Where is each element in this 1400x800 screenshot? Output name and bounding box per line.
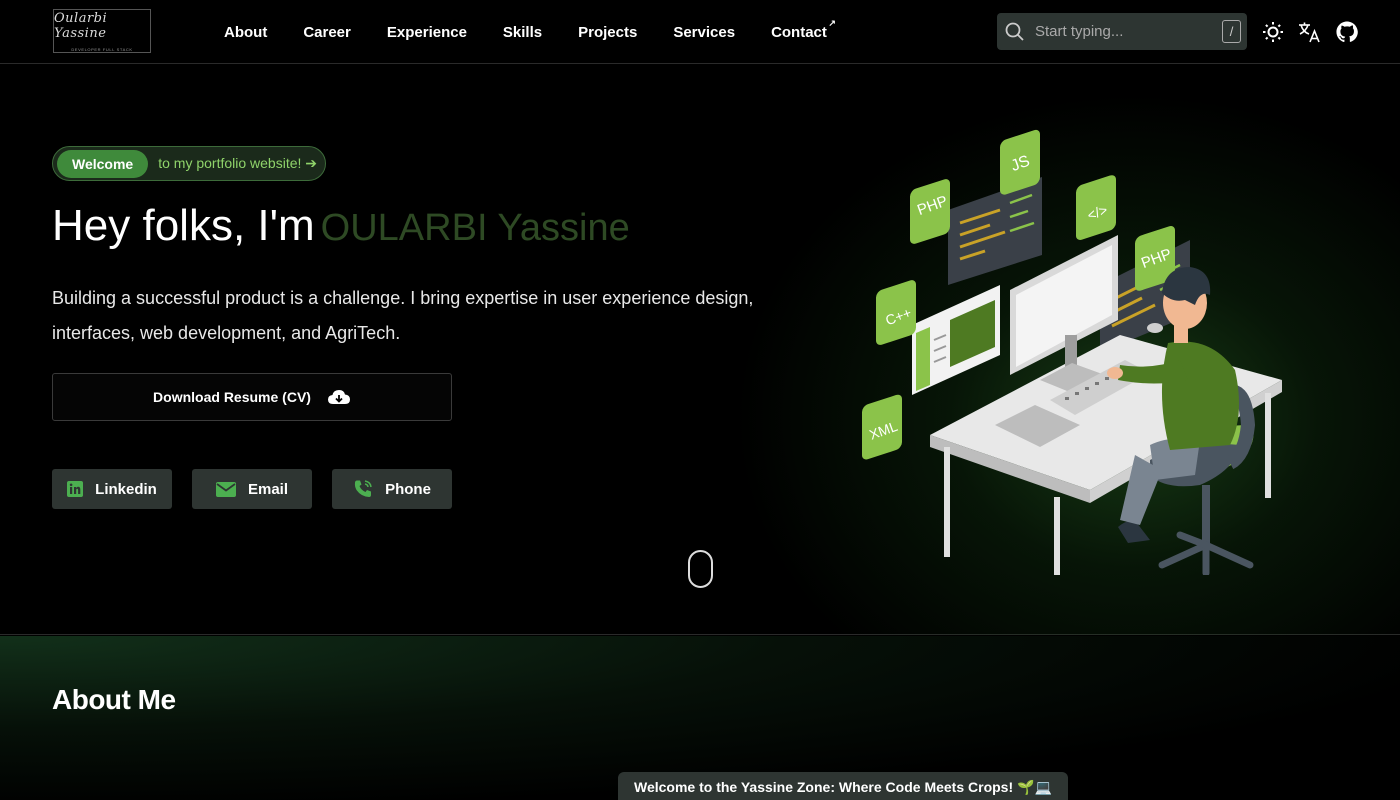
main-nav: About Career Experience Skills Projects …	[224, 0, 863, 64]
cloud-download-icon	[327, 390, 350, 404]
nav-skills[interactable]: Skills	[503, 24, 542, 41]
tag-cpp: C++	[876, 280, 916, 345]
hero-description: Building a successful product is a chall…	[52, 288, 754, 343]
theme-toggle-sun-icon[interactable]	[1261, 20, 1285, 44]
welcome-toast[interactable]: Welcome to the Yassine Zone: Where Code …	[618, 772, 1068, 800]
developer-desk-illustration: JS PHP </> PHP C++ XML	[862, 129, 1282, 575]
linkedin-button[interactable]: Linkedin	[52, 469, 172, 509]
search-shortcut-key: /	[1222, 20, 1241, 43]
github-icon[interactable]	[1335, 20, 1359, 44]
search-box[interactable]: /	[997, 13, 1247, 50]
nav-experience[interactable]: Experience	[387, 24, 467, 41]
search-icon	[1005, 22, 1024, 41]
nav-contact-label: Contact	[771, 23, 827, 41]
external-link-icon: ↗	[828, 17, 836, 28]
linkedin-label: Linkedin	[95, 480, 157, 498]
floating-code-panel-3	[912, 285, 1000, 395]
site-logo[interactable]: Oularbi Yassine Developer Full Stack	[53, 9, 151, 53]
phone-icon	[354, 480, 372, 497]
phone-label: Phone	[385, 480, 431, 498]
email-button[interactable]: Email	[192, 469, 312, 509]
download-resume-label: Download Resume (CV)	[153, 389, 311, 405]
logo-subtitle: Developer Full Stack	[71, 46, 133, 52]
hero-greeting: Hey folks, I'm	[52, 201, 315, 250]
nav-career[interactable]: Career	[303, 24, 351, 41]
phone-button[interactable]: Phone	[332, 469, 452, 509]
scroll-down-indicator[interactable]	[688, 550, 713, 588]
tag-html: </>	[1076, 175, 1116, 240]
nav-contact[interactable]: Contact ↗	[771, 18, 836, 41]
nav-about[interactable]: About	[224, 24, 267, 41]
hero-section: Welcome to my portfolio website! ➔ Hey f…	[0, 65, 1400, 635]
linkedin-icon	[67, 481, 84, 497]
download-resume-button[interactable]: Download Resume (CV)	[52, 373, 452, 421]
nav-services[interactable]: Services	[673, 24, 735, 41]
search-input[interactable]	[1035, 23, 1210, 40]
mouse	[1147, 323, 1163, 333]
top-navbar: Oularbi Yassine Developer Full Stack Abo…	[0, 0, 1400, 64]
language-translate-icon[interactable]	[1297, 20, 1321, 44]
logo-signature: Oularbi Yassine	[54, 10, 108, 41]
about-heading: About Me	[52, 684, 176, 715]
nav-projects[interactable]: Projects	[578, 24, 637, 41]
tag-php-left: PHP	[910, 179, 950, 244]
email-label: Email	[247, 480, 289, 498]
floating-code-panel-1	[948, 177, 1042, 285]
hero-name: OULARBI Yassine	[320, 207, 630, 249]
about-section: About Me Welcome to the Yassine Zone: Wh…	[0, 636, 1400, 800]
email-icon	[215, 481, 236, 497]
welcome-banner[interactable]: Welcome to my portfolio website! ➔	[52, 146, 327, 181]
welcome-badge: Welcome	[57, 149, 149, 178]
welcome-text: to my portfolio website! ➔	[158, 155, 318, 171]
hero-heading: Hey folks, I'm OULARBI Yassine	[52, 201, 630, 251]
tag-xml: XML	[862, 394, 902, 460]
